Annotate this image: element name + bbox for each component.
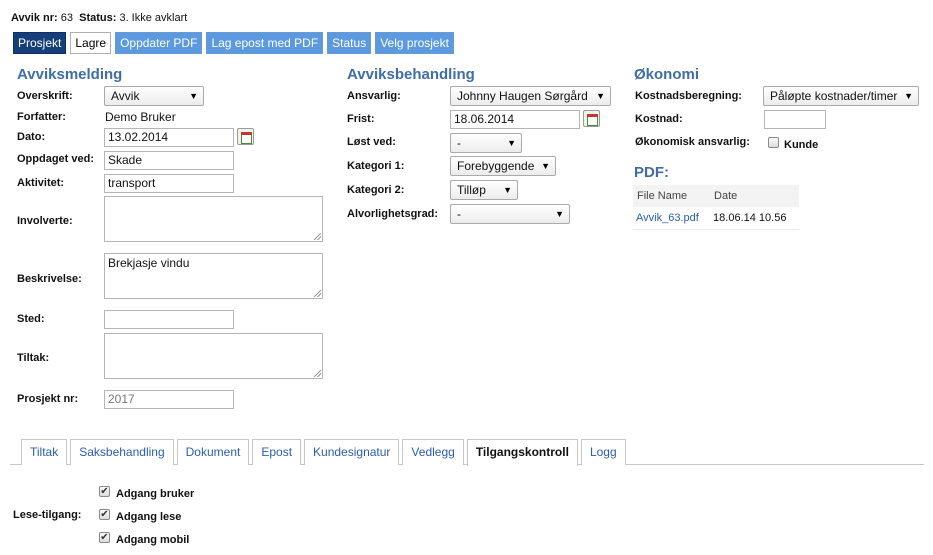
- adgang-bruker-label: Adgang bruker: [116, 488, 195, 500]
- status-value: 3. Ikke avklart: [119, 12, 188, 24]
- pdf-file-date: 18.06.14 10.56: [710, 207, 799, 230]
- avvik-nr-label: Avvik nr:: [11, 12, 58, 24]
- resize-grip-icon[interactable]: [314, 370, 321, 377]
- lese-tilgang-label: Lese-tilgang:: [13, 509, 82, 521]
- dato-label: Dato:: [17, 131, 46, 143]
- tab-tilgangskontroll[interactable]: Tilgangskontroll: [466, 439, 578, 466]
- oppdaget-label: Oppdaget ved:: [17, 153, 95, 165]
- kategori1-select[interactable]: Forebyggende ▼: [450, 156, 556, 176]
- prosjekt-nr-label: Prosjekt nr:: [17, 393, 79, 405]
- alvorlighet-value: -: [457, 207, 461, 221]
- velg-prosjekt-button[interactable]: Velg prosjekt: [375, 32, 454, 54]
- oppdaget-field[interactable]: Skade: [104, 151, 234, 170]
- table-row: Avvik_63.pdf 18.06.14 10.56: [633, 207, 799, 230]
- tab-kundesignatur[interactable]: Kundesignatur: [304, 439, 400, 465]
- chevron-down-icon: ▼: [189, 91, 198, 101]
- sted-field[interactable]: [104, 310, 234, 329]
- overskrift-label: Overskrift:: [17, 90, 73, 102]
- kategori1-label: Kategori 1:: [347, 160, 405, 172]
- toolbar: Prosjekt Lagre Oppdater PDF Lag epost me…: [13, 32, 454, 54]
- kostnadsberegning-value: Påløpte kostnader/timer: [770, 89, 898, 103]
- adgang-lese-checkbox[interactable]: ✔: [99, 509, 110, 520]
- frist-label: Frist:: [347, 113, 375, 125]
- pdf-table: File Name Date Avvik_63.pdf 18.06.14 10.…: [633, 185, 799, 230]
- overskrift-select[interactable]: Avvik ▼: [104, 86, 204, 106]
- frist-field[interactable]: 18.06.2014: [450, 110, 580, 129]
- calendar-icon[interactable]: [583, 110, 600, 127]
- beskrivelse-label: Beskrivelse:: [17, 273, 82, 285]
- kostnad-field[interactable]: [764, 110, 826, 129]
- kostnadsberegning-label: Kostnadsberegning:: [635, 90, 742, 102]
- tiltak-textarea[interactable]: [104, 333, 323, 379]
- tab-saksbehandling[interactable]: Saksbehandling: [70, 439, 174, 465]
- prosjekt-nr-field[interactable]: 2017: [104, 390, 234, 409]
- involverte-label: Involverte:: [17, 215, 73, 227]
- lag-epost-button[interactable]: Lag epost med PDF: [206, 32, 324, 54]
- kategori2-label: Kategori 2:: [347, 184, 405, 196]
- beskrivelse-value: Brekjasje vindu: [108, 256, 190, 270]
- kategori1-value: Forebyggende: [457, 159, 535, 173]
- lagre-button[interactable]: Lagre: [70, 32, 112, 54]
- aktivitet-field[interactable]: transport: [104, 174, 234, 193]
- tab-tiltak[interactable]: Tiltak: [21, 439, 68, 465]
- kostnad-label: Kostnad:: [635, 113, 683, 125]
- chevron-down-icon: ▼: [596, 91, 605, 101]
- status-button[interactable]: Status: [327, 32, 372, 54]
- okonomi-title: Økonomi: [634, 66, 700, 83]
- kunde-label: Kunde: [784, 139, 819, 151]
- alvorlighet-select[interactable]: - ▼: [450, 204, 570, 224]
- chevron-down-icon: ▼: [541, 161, 550, 171]
- involverte-textarea[interactable]: [104, 196, 323, 242]
- header-status-line: Avvik nr: 63 Status: 3. Ikke avklart: [11, 12, 187, 24]
- chevron-down-icon: ▼: [503, 185, 512, 195]
- adgang-bruker-checkbox[interactable]: ✔: [99, 486, 110, 497]
- pdf-title: PDF:: [634, 164, 669, 181]
- okonomisk-ansvarlig-label: Økonomisk ansvarlig:: [635, 136, 750, 148]
- adgang-mobil-checkbox[interactable]: ✔: [99, 532, 110, 543]
- prosjekt-button[interactable]: Prosjekt: [13, 32, 67, 54]
- calendar-icon[interactable]: [237, 128, 254, 145]
- kunde-checkbox[interactable]: [768, 137, 779, 148]
- pdf-file-link[interactable]: Avvik_63.pdf: [636, 212, 699, 224]
- forfatter-value: Demo Bruker: [105, 110, 176, 124]
- avvik-nr-value: 63: [60, 12, 73, 24]
- tab-logg[interactable]: Logg: [580, 439, 626, 465]
- adgang-mobil-label: Adgang mobil: [116, 534, 190, 546]
- pdf-col-file-name: File Name: [633, 185, 711, 207]
- aktivitet-label: Aktivitet:: [17, 177, 65, 189]
- beskrivelse-textarea[interactable]: Brekjasje vindu: [104, 253, 323, 299]
- ansvarlig-select[interactable]: Johnny Haugen Sørgård ▼: [450, 86, 611, 106]
- sted-label: Sted:: [17, 313, 45, 325]
- kostnadsberegning-select[interactable]: Påløpte kostnader/timer ▼: [763, 86, 919, 106]
- tab-bar: Tiltak Saksbehandling Dokument Epost Kun…: [10, 439, 924, 466]
- chevron-down-icon: ▼: [555, 209, 564, 219]
- kategori2-value: Tilløp: [457, 183, 486, 197]
- adgang-lese-label: Adgang lese: [116, 511, 182, 523]
- chevron-down-icon: ▼: [904, 91, 913, 101]
- pdf-col-date: Date: [710, 185, 799, 207]
- status-label: Status:: [79, 12, 117, 24]
- lost-ved-value: -: [457, 136, 461, 150]
- lost-ved-select[interactable]: - ▼: [450, 133, 522, 153]
- avviksmelding-title: Avviksmelding: [17, 66, 123, 83]
- forfatter-label: Forfatter:: [17, 111, 66, 123]
- kategori2-select[interactable]: Tilløp ▼: [450, 180, 518, 200]
- resize-grip-icon[interactable]: [314, 233, 321, 240]
- tab-epost[interactable]: Epost: [252, 439, 302, 465]
- tiltak-label: Tiltak:: [17, 352, 50, 364]
- dato-field[interactable]: 13.02.2014: [104, 128, 234, 147]
- alvorlighet-label: Alvorlighetsgrad:: [347, 208, 439, 220]
- pdf-table-header: File Name Date: [633, 185, 799, 207]
- lost-ved-label: Løst ved:: [347, 136, 396, 148]
- chevron-down-icon: ▼: [507, 138, 516, 148]
- oppdater-pdf-button[interactable]: Oppdater PDF: [115, 32, 203, 54]
- overskrift-value: Avvik: [111, 89, 140, 103]
- tab-vedlegg[interactable]: Vedlegg: [402, 439, 464, 465]
- avviksbehandling-title: Avviksbehandling: [347, 66, 475, 83]
- tab-dokument[interactable]: Dokument: [176, 439, 250, 465]
- ansvarlig-label: Ansvarlig:: [347, 90, 401, 102]
- ansvarlig-value: Johnny Haugen Sørgård: [457, 89, 588, 103]
- resize-grip-icon[interactable]: [314, 290, 321, 297]
